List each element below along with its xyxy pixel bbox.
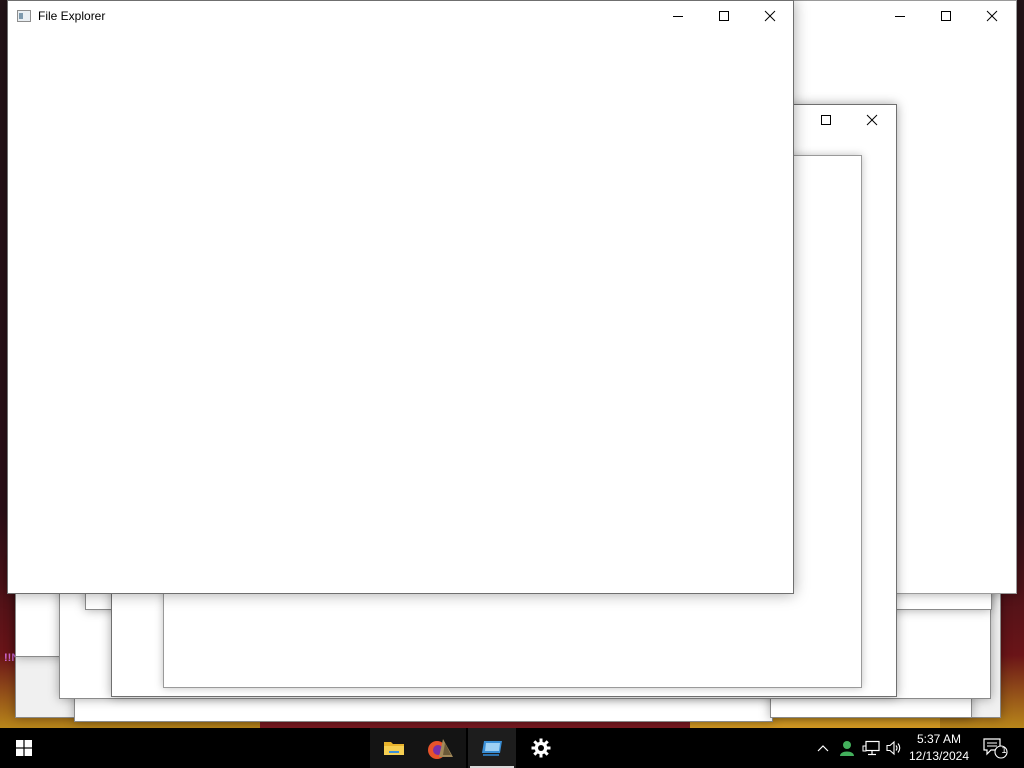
taskbar-settings[interactable]: [517, 728, 565, 768]
firefox-icon: [428, 739, 453, 759]
remote-desktop-icon: [482, 741, 502, 756]
tray-volume[interactable]: [883, 728, 905, 768]
minimize-icon: [895, 16, 905, 17]
minimize-button[interactable]: [655, 1, 701, 31]
maximize-button[interactable]: [701, 1, 747, 31]
notification-count-badge: 1: [1001, 745, 1007, 755]
close-icon: [866, 114, 878, 126]
chevron-up-icon: [817, 745, 829, 752]
window-title: File Explorer: [38, 9, 106, 23]
taskbar: 5:37 AM 12/13/2024 1: [0, 728, 1024, 768]
file-explorer-app-icon: [17, 10, 31, 22]
close-icon: [986, 10, 998, 22]
close-button[interactable]: [849, 105, 895, 135]
taskbar-remote-desktop[interactable]: [468, 728, 516, 768]
clock-date: 12/13/2024: [908, 749, 970, 763]
network-icon: [862, 740, 880, 756]
close-button[interactable]: [969, 1, 1015, 31]
tray-show-hidden-icons[interactable]: [812, 728, 834, 768]
close-icon: [764, 10, 776, 22]
taskbar-file-explorer[interactable]: [370, 728, 418, 768]
title-bar[interactable]: File Explorer: [8, 1, 793, 32]
start-button[interactable]: [0, 728, 48, 768]
settings-gear-icon: [531, 738, 551, 758]
maximize-button[interactable]: [923, 1, 969, 31]
tray-notifications[interactable]: 1: [978, 728, 1012, 768]
maximize-icon: [941, 11, 951, 21]
user-status-icon: [840, 741, 854, 756]
file-explorer-icon: [384, 742, 404, 755]
tray-network[interactable]: [860, 728, 882, 768]
volume-icon: [886, 740, 901, 756]
maximize-icon: [719, 11, 729, 21]
taskbar-firefox[interactable]: [418, 728, 466, 768]
windows-logo-icon: [16, 740, 32, 756]
tray-user-status[interactable]: [836, 728, 858, 768]
file-explorer-window[interactable]: File Explorer: [7, 0, 794, 594]
maximize-icon: [821, 115, 831, 125]
maximize-button[interactable]: [803, 105, 849, 135]
minimize-icon: [673, 16, 683, 17]
close-button[interactable]: [747, 1, 793, 31]
tray-clock[interactable]: 5:37 AM 12/13/2024: [906, 728, 972, 768]
clock-time: 5:37 AM: [916, 732, 962, 746]
minimize-button[interactable]: [877, 1, 923, 31]
window-content: [8, 32, 793, 593]
